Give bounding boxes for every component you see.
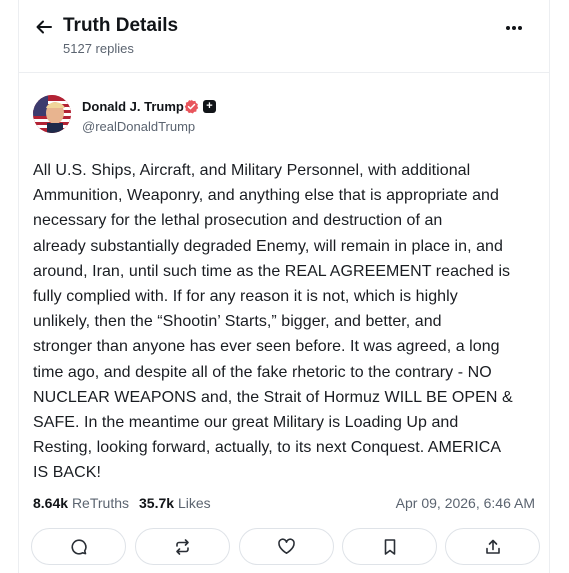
likes-stat[interactable]: 35.7k Likes xyxy=(139,495,211,511)
share-button[interactable] xyxy=(445,528,540,565)
plus-badge: + xyxy=(203,100,216,113)
back-button[interactable] xyxy=(31,14,57,40)
likes-count: 35.7k xyxy=(139,495,175,511)
verified-badge-icon xyxy=(184,99,199,114)
more-horizontal-icon xyxy=(506,26,522,30)
post-stats: 8.64k ReTruths 35.7k Likes xyxy=(33,495,211,511)
post-line: unlikely, then the “Shootin’ Starts,” bi… xyxy=(33,313,442,331)
header-divider xyxy=(18,72,550,73)
page-title: Truth Details xyxy=(63,15,179,36)
avatar[interactable] xyxy=(33,95,71,133)
replies-count: 5127 replies xyxy=(63,41,134,56)
retruths-count: 8.64k xyxy=(33,495,69,511)
post-line: time ago, and despite all of the fake rh… xyxy=(33,363,492,381)
reply-button[interactable] xyxy=(31,528,126,565)
post-line: around, Iran, until such time as the REA… xyxy=(33,262,511,280)
likes-label: Likes xyxy=(177,495,211,511)
bookmark-button[interactable] xyxy=(342,528,437,565)
post-line: stronger than anyone has ever seen befor… xyxy=(33,338,500,356)
post-line: SAFE. In the meantime our great Military… xyxy=(33,414,459,432)
post-line: Ammunition, Weaponry, and anything else … xyxy=(33,187,499,205)
post-line: already substantially degraded Enemy, wi… xyxy=(33,237,503,255)
retruth-icon xyxy=(176,538,189,555)
post-line: necessary for the lethal prosecution and… xyxy=(33,212,443,230)
arrow-left-icon xyxy=(36,20,52,34)
share-icon xyxy=(485,539,500,554)
heart-icon xyxy=(278,538,295,554)
avatar-image xyxy=(33,95,71,133)
comment-icon xyxy=(70,538,87,555)
post-line: All U.S. Ships, Aircraft, and Military P… xyxy=(33,162,471,179)
author-handle[interactable]: @realDonaldTrump xyxy=(82,119,195,134)
post-text: All U.S. Ships, Aircraft, and Military P… xyxy=(33,158,538,486)
post-line: fully complied with. If for any reason i… xyxy=(33,288,458,306)
retruths-stat[interactable]: 8.64k ReTruths xyxy=(33,495,129,511)
post-line: NUCLEAR WEAPONS and, the Strait of Hormu… xyxy=(33,388,513,406)
bookmark-icon xyxy=(384,538,395,555)
post-line: Resting, looking forward, actually, to i… xyxy=(33,439,502,457)
author-name[interactable]: Donald J. Trump xyxy=(82,99,184,114)
like-button[interactable] xyxy=(239,528,334,565)
retruths-label: ReTruths xyxy=(71,495,129,511)
more-options-button[interactable] xyxy=(500,16,528,40)
post-line: IS BACK! xyxy=(33,464,101,482)
retruth-button[interactable] xyxy=(135,528,230,565)
post-timestamp: Apr 09, 2026, 6:46 AM xyxy=(395,495,535,511)
